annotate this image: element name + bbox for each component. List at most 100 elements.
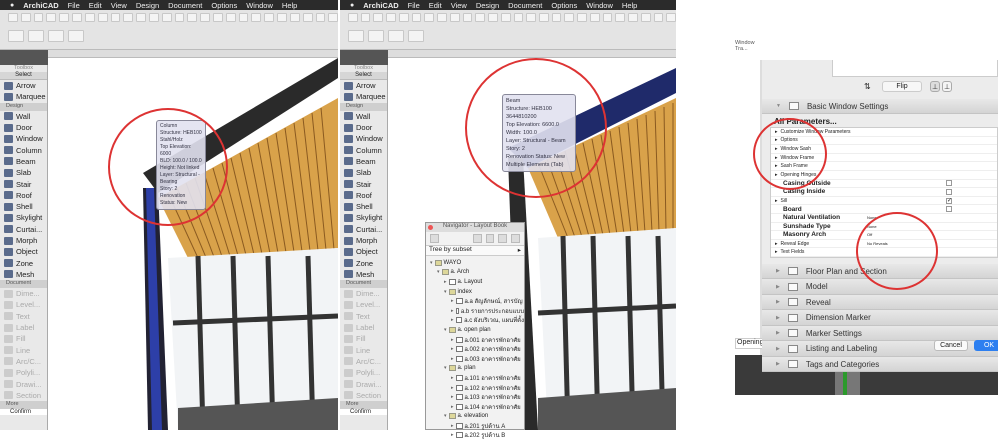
- toolbar-button[interactable]: [289, 13, 300, 22]
- tool-mesh[interactable]: Mesh: [340, 269, 387, 280]
- 3d-viewport[interactable]: Column Structure: HEB100 Stahl/Holz Top El…: [48, 58, 338, 430]
- tool-roof[interactable]: Roof: [340, 190, 387, 201]
- tree-item[interactable]: ▸ a.002 อาคารพักอาศัย: [426, 344, 524, 354]
- toolbar-button[interactable]: [564, 13, 575, 22]
- toolbar-button[interactable]: [302, 13, 313, 22]
- expand-arrow-icon[interactable]: ▸: [451, 375, 454, 381]
- tree-item[interactable]: ▸ a.001 อาคารพักอาศัย: [426, 335, 524, 345]
- publisher-icon[interactable]: [511, 234, 520, 243]
- menu-design[interactable]: Design: [136, 1, 159, 10]
- toolbar-button[interactable]: [348, 30, 364, 42]
- tree-item[interactable]: ▸ a.102 อาคารพักอาศัย: [426, 383, 524, 393]
- section-dimension-marker[interactable]: ▶ Dimension Marker: [762, 310, 998, 326]
- layout-book-icon[interactable]: [498, 234, 508, 243]
- section-tags-and-categories[interactable]: ▶ Tags and Categories: [762, 356, 998, 373]
- toolbar-button[interactable]: [640, 13, 651, 22]
- toolbar-button[interactable]: [315, 13, 326, 22]
- menu-view[interactable]: View: [111, 1, 127, 10]
- expand-arrow-icon[interactable]: ▸: [775, 241, 778, 247]
- tool-door[interactable]: Door: [340, 122, 387, 133]
- tree-item[interactable]: ▾ a. Arch: [426, 268, 524, 278]
- tool-window[interactable]: Window: [340, 133, 387, 144]
- toolbar-button[interactable]: [238, 13, 249, 22]
- parameter-checkbox[interactable]: [946, 188, 952, 195]
- tool-window[interactable]: Window: [0, 133, 47, 144]
- menu-options[interactable]: Options: [551, 1, 577, 10]
- expand-arrow-icon[interactable]: ▾: [430, 260, 433, 266]
- tree-item[interactable]: ▾ a. elevation: [426, 412, 524, 422]
- menu-app[interactable]: ArchiCAD: [363, 1, 398, 10]
- expand-arrow-icon[interactable]: ▸: [451, 356, 454, 362]
- tool-skylight[interactable]: Skylight: [340, 212, 387, 223]
- tool-skylight[interactable]: Skylight: [0, 212, 47, 223]
- tree-selector[interactable]: Tree by subset ▸: [426, 246, 524, 256]
- toolbar-button[interactable]: [526, 13, 537, 22]
- menu-edit[interactable]: Edit: [429, 1, 442, 10]
- new-icon[interactable]: [430, 234, 439, 243]
- expand-arrow-icon[interactable]: ▸: [775, 249, 778, 255]
- menu-view[interactable]: View: [451, 1, 467, 10]
- expand-arrow-icon[interactable]: ▸: [451, 423, 454, 429]
- expand-arrow-icon[interactable]: ▸: [451, 337, 454, 343]
- expand-arrow-icon[interactable]: ▾: [444, 289, 447, 295]
- parameter-row[interactable]: ▸ Sill ✓: [771, 197, 997, 206]
- menu-window[interactable]: Window: [246, 1, 273, 10]
- expand-arrow-icon[interactable]: ▸: [451, 298, 454, 304]
- tool-shell[interactable]: Shell: [340, 201, 387, 212]
- tool-shell[interactable]: Shell: [0, 201, 47, 212]
- expand-arrow-icon[interactable]: ▾: [444, 413, 447, 419]
- tool-column[interactable]: Column: [0, 144, 47, 155]
- tool-marquee[interactable]: Marquee: [0, 91, 47, 102]
- menu-app[interactable]: ArchiCAD: [23, 1, 58, 10]
- menu-options[interactable]: Options: [211, 1, 237, 10]
- toolbar-button[interactable]: [8, 30, 24, 42]
- tool-roof[interactable]: Roof: [0, 190, 47, 201]
- tool-marquee[interactable]: Marquee: [340, 91, 387, 102]
- menu-help[interactable]: Help: [282, 1, 297, 10]
- tool-label[interactable]: Label: [340, 322, 387, 333]
- menu-help[interactable]: Help: [622, 1, 637, 10]
- menu-document[interactable]: Document: [508, 1, 542, 10]
- tool-curtai[interactable]: Curtai...: [340, 224, 387, 235]
- toolbar-button[interactable]: [277, 13, 287, 22]
- tree-item[interactable]: ▾ index: [426, 287, 524, 297]
- tool-zone[interactable]: Zone: [0, 257, 47, 268]
- apple-icon[interactable]: ●: [350, 2, 354, 9]
- tool-drawi[interactable]: Drawi...: [340, 378, 387, 389]
- toolbar-button[interactable]: [123, 13, 134, 22]
- toolbar-button[interactable]: [174, 13, 185, 22]
- toolbar-button[interactable]: [437, 13, 447, 22]
- toolbar-button[interactable]: [411, 13, 422, 22]
- tool-dime[interactable]: Dime...: [340, 288, 387, 299]
- tree-item[interactable]: ▸ a.101 อาคารพักอาศัย: [426, 373, 524, 383]
- tool-door[interactable]: Door: [0, 122, 47, 133]
- tool-object[interactable]: Object: [340, 246, 387, 257]
- tool-section[interactable]: Section: [340, 390, 387, 401]
- tool-text[interactable]: Text: [0, 311, 47, 322]
- toolbar-button[interactable]: [225, 13, 236, 22]
- toolbar-button[interactable]: [200, 13, 210, 22]
- toolbar-button[interactable]: [187, 13, 198, 22]
- expand-arrow-icon[interactable]: ▸: [451, 346, 454, 352]
- tree-item[interactable]: ▾ a. plan: [426, 364, 524, 374]
- close-icon[interactable]: [428, 225, 433, 230]
- toolbar-button[interactable]: [264, 13, 275, 22]
- menu-window[interactable]: Window: [586, 1, 613, 10]
- toolbar-button[interactable]: [373, 13, 384, 22]
- toolbar-button[interactable]: [666, 13, 676, 22]
- more-button[interactable]: More: [0, 401, 47, 410]
- toolbar-button[interactable]: [84, 13, 95, 22]
- tool-line[interactable]: Line: [340, 345, 387, 356]
- project-map-icon[interactable]: [472, 234, 482, 243]
- tree-item[interactable]: ▸ a.b รายการประกอบแบบ: [426, 306, 524, 316]
- toolbar-button[interactable]: [20, 13, 31, 22]
- tool-slab[interactable]: Slab: [340, 167, 387, 178]
- tree-item[interactable]: ▾ WAYO: [426, 258, 524, 268]
- tool-section[interactable]: Section: [0, 390, 47, 401]
- toolbar-button[interactable]: [500, 13, 511, 22]
- tool-text[interactable]: Text: [340, 311, 387, 322]
- tool-line[interactable]: Line: [0, 345, 47, 356]
- tool-stair[interactable]: Stair: [340, 178, 387, 189]
- toolbar-button[interactable]: [161, 13, 172, 22]
- expand-arrow-icon[interactable]: ▸: [451, 404, 454, 410]
